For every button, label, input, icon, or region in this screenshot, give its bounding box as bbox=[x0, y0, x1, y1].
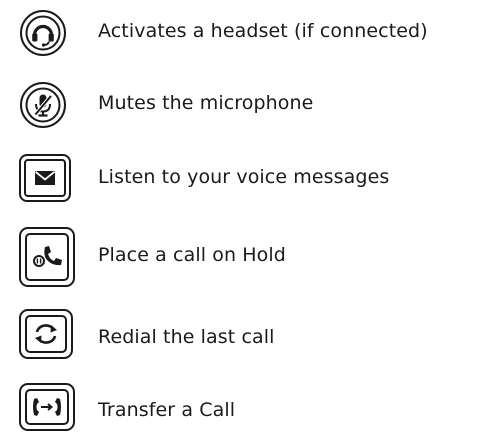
legend-label: Place a call on Hold bbox=[98, 244, 286, 266]
hold-button[interactable] bbox=[18, 226, 76, 288]
legend-row-hold bbox=[18, 226, 76, 288]
redial-button[interactable] bbox=[18, 308, 74, 360]
headset-icon bbox=[20, 10, 66, 56]
headset-button[interactable] bbox=[18, 8, 68, 58]
legend-label: Mutes the microphone bbox=[98, 92, 314, 114]
phone-key-legend: Activates a headset (if connected) Mutes… bbox=[0, 0, 477, 432]
voicemail-envelope-icon bbox=[19, 154, 71, 202]
mute-microphone-icon bbox=[20, 82, 66, 128]
legend-row-messages bbox=[18, 153, 72, 203]
redial-icon bbox=[19, 309, 73, 359]
legend-row-mute bbox=[18, 80, 68, 130]
legend-row-headset bbox=[18, 8, 68, 58]
legend-label: Redial the last call bbox=[98, 326, 275, 348]
transfer-icon bbox=[19, 383, 75, 431]
legend-row-transfer bbox=[18, 382, 76, 432]
legend-label: Activates a headset (if connected) bbox=[98, 20, 428, 42]
legend-label: Transfer a Call bbox=[98, 399, 236, 421]
transfer-button[interactable] bbox=[18, 382, 76, 432]
messages-button[interactable] bbox=[18, 153, 72, 203]
legend-row-redial bbox=[18, 308, 74, 360]
mute-button[interactable] bbox=[18, 80, 68, 130]
hold-icon bbox=[19, 227, 75, 287]
legend-label: Listen to your voice messages bbox=[98, 166, 390, 188]
